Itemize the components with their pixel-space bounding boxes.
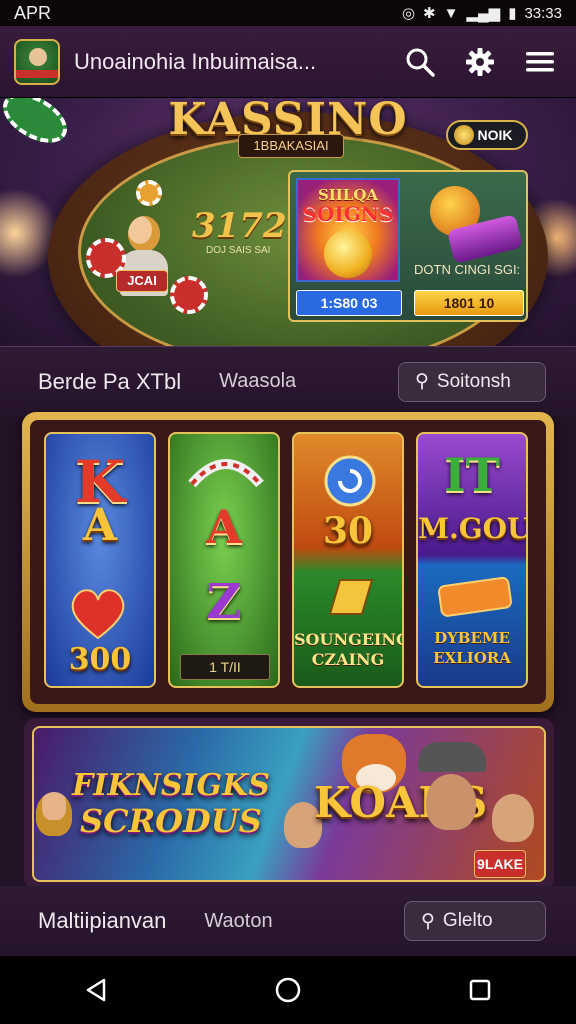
- banner-tag[interactable]: 9LAKE: [474, 850, 526, 878]
- hero-subtitle: 1BBAKASIAI: [238, 134, 344, 158]
- chip-icon: [170, 276, 208, 314]
- menu-icon[interactable]: [518, 40, 562, 84]
- section2-button[interactable]: ⚲ Glelto: [404, 901, 546, 941]
- system-nav-bar: [0, 956, 576, 1024]
- pin-icon: ⚲: [415, 371, 429, 392]
- wifi-icon: ▼: [443, 4, 459, 22]
- promo-button-2[interactable]: 1801 10: [414, 290, 524, 316]
- promo-title2: SOIGNS: [302, 202, 394, 226]
- swirl-icon: [324, 455, 376, 507]
- reel-symbol: Z: [206, 574, 242, 630]
- pin-icon: ⚲: [421, 910, 435, 932]
- reel-symbol: 30: [322, 510, 374, 552]
- app-title: Unoainohia Inbuimaisa...: [74, 48, 317, 74]
- section2-button-label: Glelto: [442, 910, 493, 931]
- status-icons: ◎ ✱ ▼ ▂▄▆ ▮ 33:33: [401, 4, 562, 23]
- section1-subtitle[interactable]: Waasola: [219, 370, 398, 393]
- gear-icon[interactable]: [458, 40, 502, 84]
- section-bar-2: Maltiipianvan Waoton ⚲ Glelto: [0, 886, 576, 956]
- reel-symbol: M.GOU: [418, 512, 528, 545]
- status-time: 33:33: [524, 4, 562, 22]
- promo-button-1[interactable]: 1:S80 03: [296, 290, 402, 316]
- section1-title: Berde Pa XTbl: [38, 368, 182, 394]
- banner-title-line1: FIKNSIGKS: [72, 768, 270, 803]
- banner-title-line2: SCRODUS: [80, 802, 262, 840]
- recents-icon[interactable]: [450, 965, 510, 1015]
- character-illustration: [36, 792, 72, 836]
- slot-reel: A Z 1 T/II: [168, 432, 280, 688]
- promo-label: DOTN CINGI SGI:: [414, 262, 521, 277]
- section1-button-label: Soitonsh: [436, 370, 511, 392]
- section1-search-button[interactable]: ⚲ Soitonsh: [398, 361, 546, 402]
- gold-bar-icon: [438, 576, 512, 617]
- status-bar: APR ◎ ✱ ▼ ▂▄▆ ▮ 33:33: [0, 0, 576, 26]
- reel-symbol: A: [206, 500, 242, 554]
- heart-icon: [71, 589, 125, 640]
- reel-symbol: A: [82, 500, 118, 551]
- character-illustration: [426, 774, 476, 830]
- gold-bar-icon: [328, 579, 374, 615]
- slot-reel: K A 300: [44, 432, 156, 688]
- back-icon[interactable]: [66, 965, 126, 1015]
- promo-banner[interactable]: FIKNSIGKS SCRODUS KOANS 9LAKE: [24, 718, 554, 890]
- bluetooth-icon: ✱: [423, 5, 436, 22]
- app-bar: Unoainohia Inbuimaisa...: [0, 26, 576, 98]
- status-left-label: APR: [14, 2, 52, 23]
- section2-title: Maltiipianvan: [38, 908, 167, 933]
- reel-symbol: IT: [444, 448, 500, 502]
- slot-reel: IT M.GOU DYBEME EXLIORA: [416, 432, 528, 688]
- app-logo[interactable]: [14, 38, 60, 85]
- section-bar-1: Berde Pa XTbl Waasola ⚲ Soitonsh: [0, 346, 576, 416]
- search-icon[interactable]: [398, 40, 442, 84]
- horseshoe-icon: [188, 459, 264, 488]
- chip-icon: [136, 180, 162, 206]
- alarm-icon: ◎: [401, 5, 416, 22]
- felt-caption: DOJ SAIS SAI: [206, 245, 271, 256]
- coin-badge-label: NOIK: [477, 127, 513, 143]
- character-illustration: [492, 794, 534, 842]
- reel-symbol: 300: [68, 642, 132, 677]
- felt-number: 3172: [192, 206, 287, 246]
- chip-label: JCAI: [116, 270, 168, 292]
- coin-icon: [453, 125, 474, 145]
- slot-game-tile[interactable]: K A 300 A Z 1 T/II 30 SOUNGEING CZAING I…: [22, 412, 554, 712]
- coin-badge[interactable]: NOIK: [446, 120, 528, 150]
- battery-icon: ▮: [508, 5, 517, 22]
- promo-art: SIILQA SOIGNS: [296, 178, 400, 282]
- signal-icon: ▂▄▆: [466, 5, 501, 22]
- section2-subtitle[interactable]: Waoton: [204, 910, 404, 933]
- reel-symbol: SOUNGEING CZAING: [294, 630, 404, 669]
- promo-card[interactable]: SIILQA SOIGNS DOTN CINGI SGI: 1:S80 03 1…: [288, 170, 528, 322]
- slot-reel: 30 SOUNGEING CZAING: [292, 432, 404, 688]
- reel-label: 1 T/II: [180, 654, 270, 680]
- home-icon[interactable]: [258, 965, 318, 1015]
- reel-symbol: DYBEME EXLIORA: [433, 629, 511, 667]
- hero-banner[interactable]: KASSINO 1BBAKASIAI 3172 DOJ SAIS SAI JCA…: [0, 98, 576, 348]
